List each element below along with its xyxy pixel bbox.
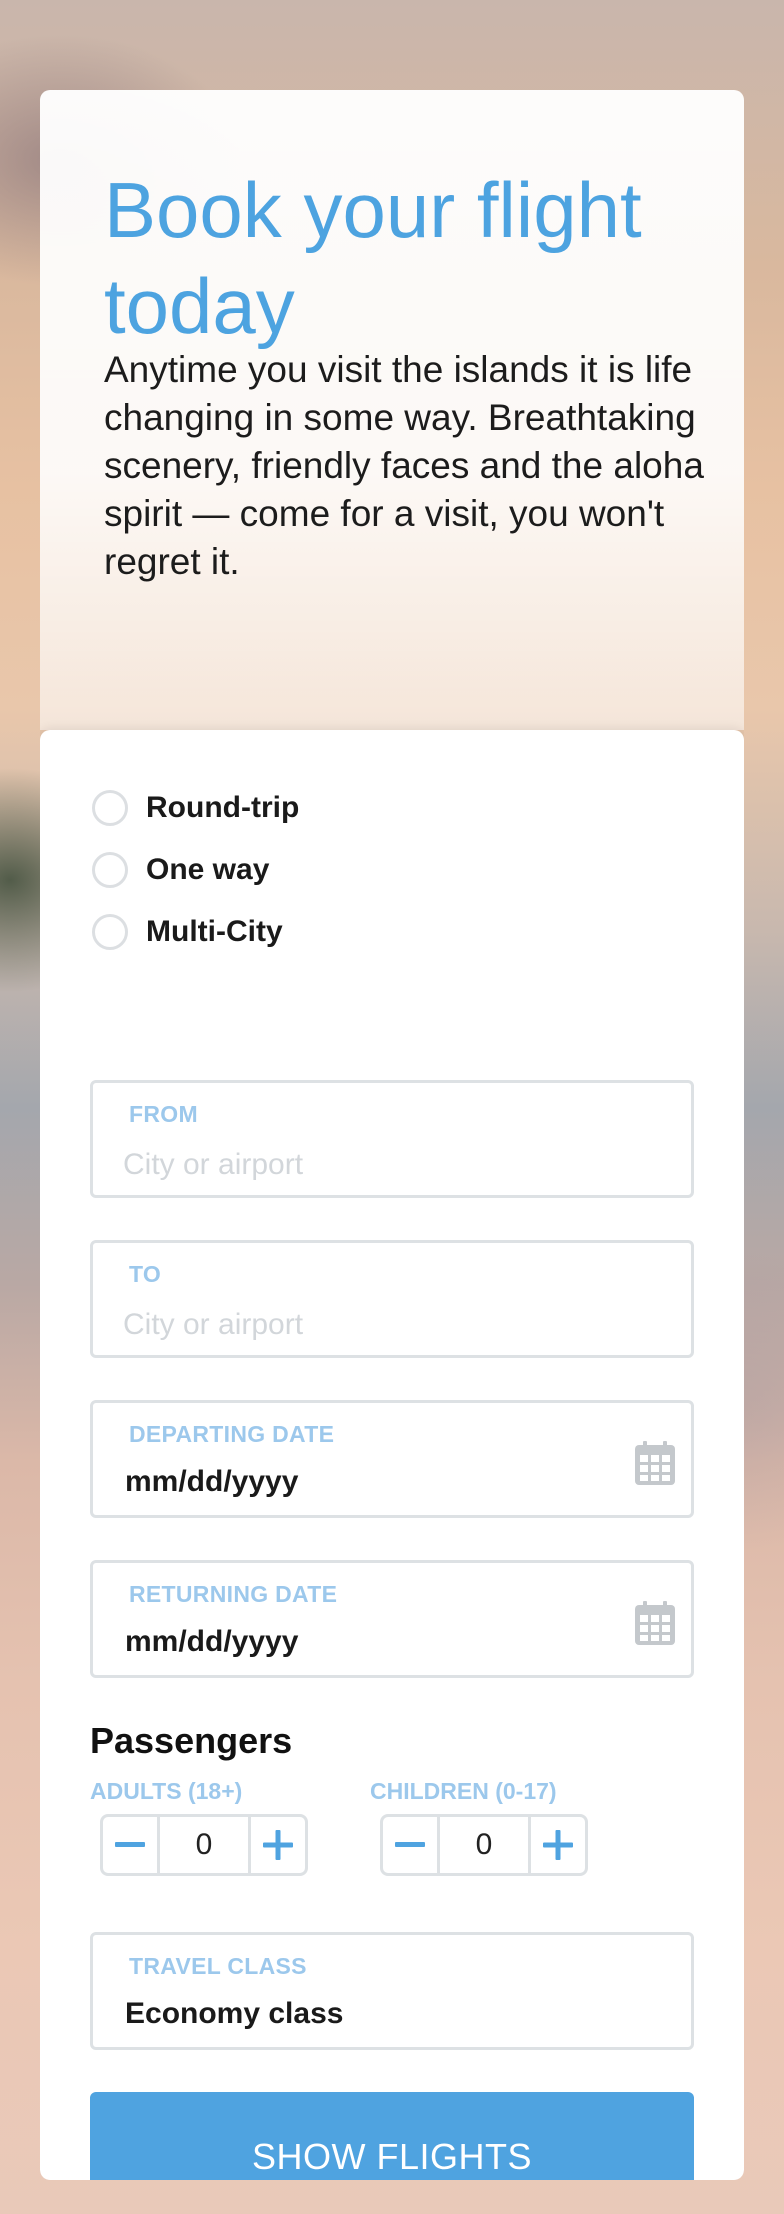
departing-date-label: DEPARTING DATE [129,1421,335,1447]
returning-date-value[interactable]: mm/dd/yyyy [125,1625,298,1659]
page-title: Book your flight today [104,166,642,350]
from-field[interactable]: FROM [90,1080,694,1198]
adults-label: ADULTS (18+) [90,1778,243,1804]
flight-search-form: Round-trip One way Multi-City FROM TO DE… [40,730,744,2180]
radio-button[interactable] [92,914,128,950]
radio-label: Round-trip [146,791,300,824]
children-increment-button[interactable] [531,1817,585,1873]
radio-label: One way [146,853,270,886]
radio-multi-city[interactable]: Multi-City [92,910,283,954]
radio-label: Multi-City [146,915,283,948]
children-decrement-button[interactable] [383,1817,437,1873]
hero-section: Book your flight today Anytime you visit… [40,90,744,730]
radio-one-way[interactable]: One way [92,848,269,892]
plus-icon [543,1830,573,1860]
to-input[interactable] [123,1305,643,1345]
booking-card: Book your flight today Anytime you visit… [40,90,744,2180]
children-count[interactable]: 0 [437,1817,531,1873]
plus-icon [263,1830,293,1860]
radio-round-trip[interactable]: Round-trip [92,786,299,830]
to-label: TO [129,1261,162,1287]
radio-button[interactable] [92,790,128,826]
children-label: CHILDREN (0-17) [370,1778,557,1804]
departing-date-field[interactable]: DEPARTING DATE mm/dd/yyyy [90,1400,694,1518]
radio-button[interactable] [92,852,128,888]
from-input[interactable] [123,1145,643,1185]
children-stepper: 0 [380,1814,588,1876]
from-label: FROM [129,1101,198,1127]
travel-class-field[interactable]: TRAVEL CLASS Economy class [90,1932,694,2050]
departing-date-value[interactable]: mm/dd/yyyy [125,1465,298,1499]
show-flights-button[interactable]: SHOW FLIGHTS [90,2092,694,2180]
travel-class-label: TRAVEL CLASS [129,1953,307,1979]
calendar-icon[interactable] [635,1601,675,1650]
adults-increment-button[interactable] [251,1817,305,1873]
returning-date-field[interactable]: RETURNING DATE mm/dd/yyyy [90,1560,694,1678]
returning-date-label: RETURNING DATE [129,1581,338,1607]
adults-count[interactable]: 0 [157,1817,251,1873]
adults-stepper: 0 [100,1814,308,1876]
calendar-icon[interactable] [635,1441,675,1490]
passengers-heading: Passengers [90,1720,293,1761]
minus-icon [395,1842,425,1847]
travel-class-select[interactable]: Economy class [125,1997,343,2031]
hero-description: Anytime you visit the islands it is life… [104,349,704,582]
adults-decrement-button[interactable] [103,1817,157,1873]
minus-icon [115,1842,145,1847]
to-field[interactable]: TO [90,1240,694,1358]
